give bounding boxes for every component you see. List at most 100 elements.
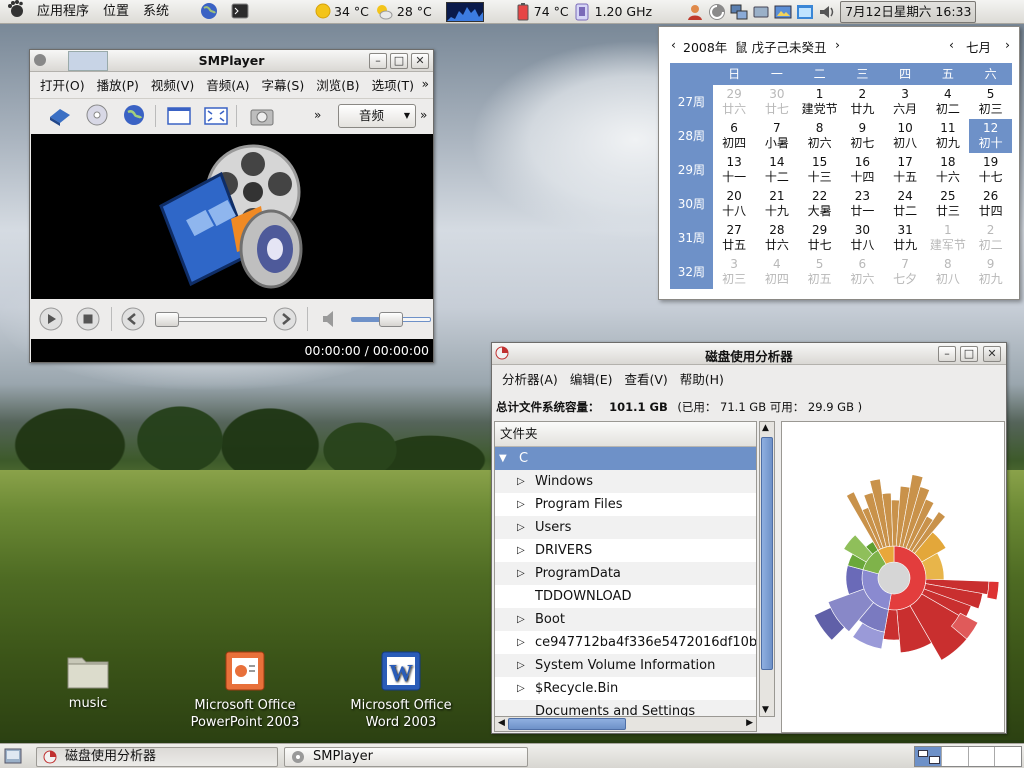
calendar-day[interactable]: 6 初六 — [841, 255, 884, 289]
software-update-icon[interactable] — [704, 3, 726, 21]
calendar-day[interactable]: 10 初八 — [884, 119, 927, 153]
calendar-day[interactable]: 6 初四 — [713, 119, 756, 153]
baobab-menu-item[interactable]: 帮助(H) — [674, 369, 730, 388]
tree-row[interactable]: ▷ Boot — [495, 608, 756, 631]
task-disk-usage-analyzer[interactable]: 磁盘使用分析器 — [36, 747, 278, 767]
fullscreen-icon[interactable] — [204, 106, 228, 129]
tree-row-root[interactable]: ▼ C — [495, 447, 756, 470]
calendar-day[interactable]: 7 七夕 — [884, 255, 927, 289]
volume-icon[interactable] — [814, 3, 836, 21]
prev-month-arrow-icon[interactable]: ‹ — [949, 37, 954, 52]
calendar-day[interactable]: 22 大暑 — [798, 187, 841, 221]
next-year-arrow-icon[interactable]: › — [835, 37, 840, 52]
calendar-day[interactable]: 19 十七 — [969, 153, 1012, 187]
next-month-arrow-icon[interactable]: › — [1005, 37, 1010, 52]
baobab-menu-item[interactable]: 编辑(E) — [564, 369, 619, 388]
minimize-button[interactable]: – — [369, 53, 387, 69]
play-icon[interactable] — [39, 307, 63, 334]
calendar-day[interactable]: 8 初六 — [798, 119, 841, 153]
expander-closed-icon[interactable]: ▷ — [517, 608, 525, 631]
clock-applet[interactable]: 7月12日星期六 16:33 — [840, 0, 977, 23]
calendar-day[interactable]: 5 初五 — [798, 255, 841, 289]
desktop-icon-music[interactable]: music — [38, 650, 138, 712]
calendar-day[interactable]: 30 廿七 — [756, 85, 799, 119]
tree-row[interactable]: TDDOWNLOAD — [495, 585, 756, 608]
calendar-day[interactable]: 17 十五 — [884, 153, 927, 187]
smplayer-menu-item[interactable]: 选项(T) — [366, 75, 420, 94]
calendar-day[interactable]: 2 初二 — [969, 221, 1012, 255]
calendar-day[interactable]: 16 十四 — [841, 153, 884, 187]
network-icon[interactable] — [726, 3, 748, 21]
open-dvd-icon[interactable] — [86, 104, 108, 129]
smplayer-menu-item[interactable]: 打开(O) — [34, 75, 91, 94]
smplayer-menu-item[interactable]: 音频(A) — [200, 75, 255, 94]
vertical-scrollbar[interactable]: ▲ ▼ — [759, 421, 775, 717]
calendar-day[interactable]: 23 廿一 — [841, 187, 884, 221]
smplayer-menu-item[interactable]: 视频(V) — [145, 75, 200, 94]
calendar-day[interactable]: 12 初十 — [969, 119, 1012, 153]
calendar-day[interactable]: 4 初四 — [756, 255, 799, 289]
ring-chart-panel[interactable] — [781, 421, 1005, 733]
smplayer-menu-item[interactable]: 浏览(B) — [310, 75, 365, 94]
calendar-day[interactable]: 21 十九 — [756, 187, 799, 221]
task-smplayer[interactable]: SMPlayer — [284, 747, 528, 767]
close-button[interactable]: ✕ — [411, 53, 429, 69]
calendar-day[interactable]: 29 廿七 — [798, 221, 841, 255]
tree-row[interactable]: ▷ System Volume Information — [495, 654, 756, 677]
removable-device-icon[interactable] — [748, 3, 770, 21]
calendar-day[interactable]: 1 建军节 — [927, 221, 970, 255]
cpu-frequency-icon[interactable] — [573, 3, 591, 21]
calendar-day[interactable]: 5 初三 — [969, 85, 1012, 119]
smplayer-menu-item[interactable]: 字幕(S) — [256, 75, 311, 94]
tree-row[interactable]: ▷ Windows — [495, 470, 756, 493]
calendar-day[interactable]: 26 廿四 — [969, 187, 1012, 221]
workspace-switcher[interactable] — [914, 746, 1022, 767]
calendar-day[interactable]: 27 廿五 — [713, 221, 756, 255]
smplayer-menu-item[interactable]: 播放(P) — [91, 75, 145, 94]
folder-tree[interactable]: 文件夹 ▼ C ▷ Windows ▷ Program Files ▷ Users ▷ DRI… — [494, 421, 757, 717]
expander-closed-icon[interactable]: ▷ — [517, 677, 525, 700]
column-header[interactable]: 文件夹 — [495, 422, 756, 447]
rewind-icon[interactable] — [121, 307, 145, 334]
expander-closed-icon[interactable]: ▷ — [517, 654, 525, 677]
maximize-button[interactable]: □ — [390, 53, 408, 69]
tree-row[interactable]: Documents and Settings — [495, 700, 756, 716]
mute-speaker-icon[interactable] — [321, 309, 339, 332]
show-desktop-icon[interactable] — [4, 748, 22, 767]
calendar-day[interactable]: 9 初九 — [969, 255, 1012, 289]
calendar-day[interactable]: 3 初三 — [713, 255, 756, 289]
calendar-day[interactable]: 11 初九 — [927, 119, 970, 153]
tree-row[interactable]: ▷ ce947712ba4f336e5472016df10b5 — [495, 631, 756, 654]
smplayer-titlebar[interactable]: SMPlayer – □ ✕ — [30, 50, 433, 72]
close-button[interactable]: ✕ — [983, 346, 1001, 362]
minimize-button[interactable]: – — [938, 346, 956, 362]
prev-year-arrow-icon[interactable]: ‹ — [671, 37, 676, 52]
desktop-icon-word[interactable]: W Microsoft Office Word 2003 — [340, 650, 462, 731]
weather-sun-icon[interactable] — [256, 0, 334, 24]
menu-system[interactable]: 系统 — [136, 0, 176, 24]
calendar-day[interactable]: 9 初七 — [841, 119, 884, 153]
terminal-launcher-icon[interactable] — [224, 0, 256, 24]
calendar-day[interactable]: 7 小暑 — [756, 119, 799, 153]
scroll-up-arrow[interactable]: ▲ — [762, 423, 769, 433]
expander-closed-icon[interactable]: ▷ — [517, 539, 525, 562]
expander-closed-icon[interactable]: ▷ — [517, 470, 525, 493]
menu-places[interactable]: 位置 — [96, 0, 136, 24]
ring-segment[interactable] — [986, 581, 1000, 601]
workspace-1[interactable] — [915, 747, 942, 766]
system-monitor-graph[interactable] — [445, 1, 484, 22]
toolbar-overflow-arrow-2[interactable]: » — [420, 108, 427, 122]
calendar-day[interactable]: 18 十六 — [927, 153, 970, 187]
weather-cloudy-icon[interactable] — [375, 3, 393, 21]
calendar-day[interactable]: 30 廿八 — [841, 221, 884, 255]
workspace-3[interactable] — [967, 747, 995, 766]
expander-closed-icon[interactable]: ▷ — [517, 516, 525, 539]
desktop-icon-powerpoint[interactable]: Microsoft Office PowerPoint 2003 — [184, 650, 306, 731]
file-manager-icon[interactable] — [792, 3, 814, 21]
expander-closed-icon[interactable]: ▷ — [517, 631, 525, 654]
baobab-menu-item[interactable]: 分析器(A) — [496, 369, 564, 388]
forward-icon[interactable] — [273, 307, 297, 334]
horizontal-scroll-thumb[interactable] — [508, 718, 626, 730]
web-browser-launcher-icon[interactable] — [176, 0, 224, 24]
calendar-day[interactable]: 20 十八 — [713, 187, 756, 221]
